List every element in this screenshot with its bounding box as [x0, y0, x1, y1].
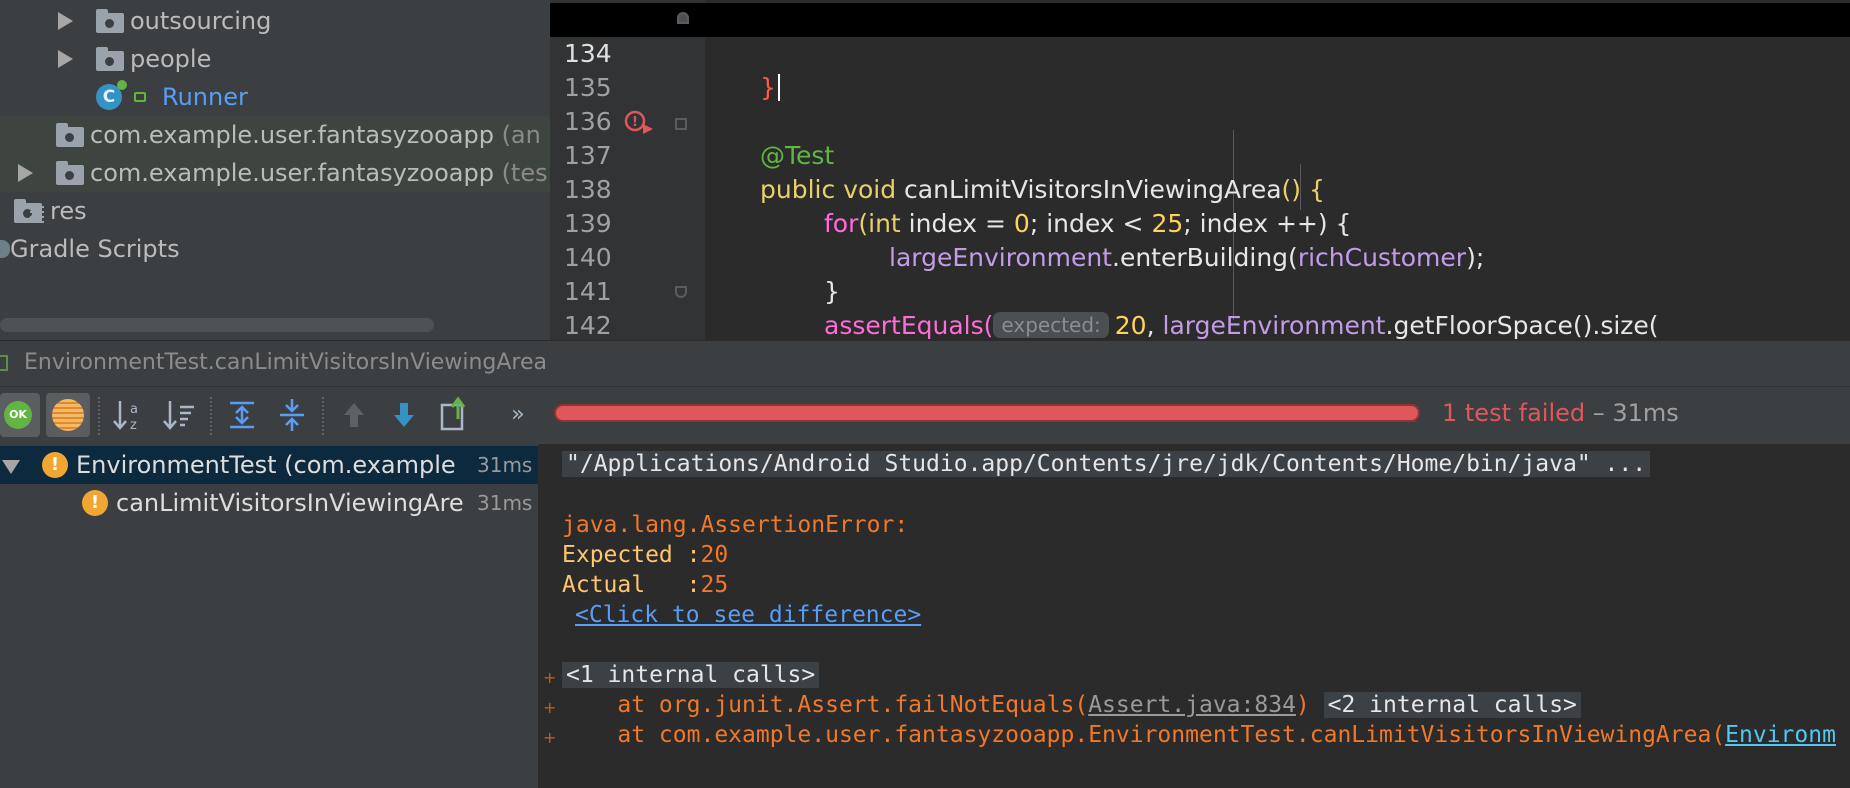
sort-duration-icon — [163, 401, 194, 430]
source-link[interactable]: Environm — [1725, 722, 1836, 748]
package-folder-icon — [56, 161, 84, 185]
toolbar-separator — [98, 397, 101, 435]
internal-calls-2[interactable]: <2 internal calls> — [1323, 692, 1581, 718]
svg-text:z: z — [130, 418, 137, 433]
ignored-tests-icon — [52, 399, 84, 431]
actual-line: Actual :25 — [562, 572, 729, 598]
code-line-135[interactable]: 135 — [550, 37, 1850, 102]
package-folder-icon — [96, 47, 124, 71]
tree-item-label: outsourcing — [130, 7, 272, 35]
more-actions-button[interactable]: » — [496, 393, 540, 437]
collapse-arrow-icon[interactable] — [2, 460, 20, 474]
code-line-143[interactable]: 143 — [550, 309, 1850, 340]
tree-item-label: com.example.user.fantasyzooapp (an — [90, 121, 541, 149]
package-folder-icon — [96, 9, 124, 33]
resources-icon — [30, 206, 44, 226]
tree-item-runner[interactable]: C Runner — [0, 78, 550, 116]
ok-icon: OK — [4, 401, 32, 429]
test-progress-bar — [554, 404, 1420, 422]
code-editor[interactable]: 134 } 135 136 @Test 137 public void canL… — [550, 0, 1850, 340]
console-command-line: "/Applications/Android Studio.app/Conten… — [562, 449, 1651, 479]
tree-item-label: people — [130, 45, 212, 73]
code-line-142[interactable]: 142 } — [550, 275, 1850, 340]
gradle-icon — [0, 240, 10, 258]
next-failed-test-button[interactable] — [382, 393, 426, 437]
console-output[interactable]: "/Applications/Android Studio.app/Conten… — [539, 444, 1850, 788]
stack-frame-assert: at org.junit.Assert.failNotEquals(Assert… — [562, 690, 1581, 720]
previous-failed-test-button[interactable] — [332, 393, 376, 437]
test-failed-icon: ! — [42, 452, 68, 478]
toolbar-separator — [322, 397, 325, 435]
test-duration: 31ms — [477, 491, 533, 515]
code-line-134[interactable]: 134 } — [550, 3, 1850, 102]
code-line-137[interactable]: 137 public void canLimitVisitorsInViewin… — [550, 105, 1850, 204]
tree-item-outsourcing[interactable]: outsourcing — [0, 2, 550, 40]
expand-arrow-icon[interactable] — [58, 50, 73, 68]
run-badge-icon — [117, 80, 127, 90]
tree-item-label: Gradle Scripts — [10, 235, 180, 263]
source-link[interactable]: Assert.java:834 — [1088, 692, 1296, 718]
expand-all-button[interactable] — [220, 393, 264, 437]
code-line-136[interactable]: 136 @Test — [550, 71, 1850, 170]
code-line-139[interactable]: 139 largeEnvironment.enterBuilding(richC… — [550, 173, 1850, 272]
svg-text:a: a — [130, 402, 138, 417]
horizontal-scrollbar[interactable] — [0, 318, 434, 332]
arrow-up-icon — [344, 403, 364, 427]
show-passed-button[interactable]: OK — [0, 393, 40, 437]
tree-item-label: com.example.user.fantasyzooapp (tes — [90, 159, 548, 187]
test-suite-row[interactable]: ! EnvironmentTest (com.example 31ms — [0, 446, 538, 484]
test-duration: 31ms — [477, 453, 533, 477]
package-folder-icon — [56, 123, 84, 147]
fold-marker-icon[interactable] — [675, 286, 687, 298]
expand-frames-icon[interactable]: + — [543, 700, 556, 716]
sort-by-duration-button[interactable] — [158, 393, 202, 437]
expand-frames-icon[interactable]: + — [543, 670, 556, 686]
run-test-failed-icon[interactable]: ! — [624, 110, 654, 140]
sort-alpha-icon: az — [113, 401, 138, 433]
collapse-all-button[interactable] — [270, 393, 314, 437]
test-results-tree: ! EnvironmentTest (com.example 31ms ! ca… — [0, 444, 539, 788]
run-configuration-title[interactable]: EnvironmentTest.canLimitVisitorsInViewin… — [24, 350, 547, 375]
code-line-141[interactable]: 141 assertEquals(expected: 20, largeEnvir… — [550, 241, 1850, 340]
test-case-row[interactable]: ! canLimitVisitorsInViewingAre 31ms — [0, 484, 538, 522]
expand-all-icon — [230, 401, 254, 429]
export-results-button[interactable] — [432, 393, 476, 437]
toolbar-separator — [210, 397, 213, 435]
code-line-140[interactable]: 140 } — [550, 207, 1850, 306]
run-tool-window-header: EnvironmentTest.canLimitVisitorsInViewin… — [0, 340, 1850, 387]
tree-item-people[interactable]: people — [0, 40, 550, 78]
fold-marker-icon[interactable] — [677, 12, 689, 24]
show-ignored-button[interactable] — [46, 393, 90, 437]
tree-item-label: Runner — [162, 83, 248, 111]
project-tree: outsourcing people C Runner com.example.… — [0, 0, 550, 340]
svg-text:!: ! — [632, 115, 638, 130]
tree-item-label: res — [50, 197, 87, 225]
tree-item-res[interactable]: res — [0, 192, 550, 230]
stack-frame-test: at com.example.user.fantasyzooapp.Enviro… — [562, 722, 1836, 748]
test-case-label: canLimitVisitorsInViewingAre — [116, 489, 464, 517]
expand-arrow-icon[interactable] — [58, 12, 73, 30]
expand-arrow-icon[interactable] — [18, 164, 33, 182]
test-suite-label: EnvironmentTest (com.example — [76, 451, 456, 479]
see-difference-link[interactable]: <Click to see difference> — [575, 600, 921, 630]
expand-frames-icon[interactable]: + — [543, 730, 556, 746]
run-tab-icon — [0, 355, 8, 371]
assertion-error: java.lang.AssertionError: — [562, 512, 909, 538]
collapse-all-icon — [280, 399, 304, 431]
code-line-138[interactable]: 138 for(int index = 0; index < 25; index… — [550, 139, 1850, 238]
fold-marker-icon[interactable] — [675, 118, 687, 130]
sort-alphabetically-button[interactable]: az — [108, 393, 152, 437]
expected-line: Expected :20 — [562, 542, 729, 568]
internal-calls-1[interactable]: <1 internal calls> — [562, 660, 820, 690]
export-icon — [440, 396, 466, 431]
arrow-down-icon — [394, 403, 414, 427]
test-status: 1 test failed – 31ms — [1442, 399, 1679, 427]
tree-item-package-android[interactable]: com.example.user.fantasyzooapp (an — [0, 116, 550, 154]
tree-item-package-test[interactable]: com.example.user.fantasyzooapp (tes — [0, 154, 550, 192]
test-failed-icon: ! — [82, 490, 108, 516]
run-toolbar: OK az » 1 test failed – 31ms — [0, 386, 1850, 445]
lock-icon — [134, 92, 146, 102]
tree-item-gradle-scripts[interactable]: Gradle Scripts — [0, 230, 550, 268]
